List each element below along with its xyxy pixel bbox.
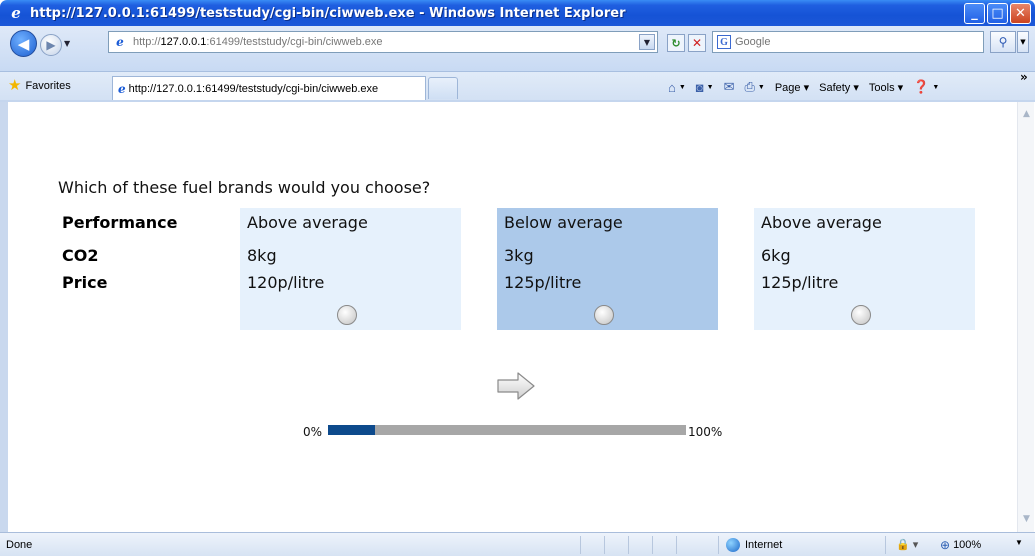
back-button[interactable]: ◀ <box>10 30 37 57</box>
choice-option-1[interactable]: Above average 8kg 120p/litre <box>240 208 461 330</box>
attribute-label-price: Price <box>62 273 108 292</box>
next-arrow-button[interactable] <box>496 371 536 401</box>
address-url[interactable]: http://127.0.0.1:61499/teststudy/cgi-bin… <box>133 36 383 48</box>
new-tab-button[interactable] <box>428 77 458 99</box>
protected-mode-icon[interactable]: 🔒 ▾ <box>896 538 918 551</box>
tab-title: http://127.0.0.1:61499/teststudy/cgi-bin… <box>128 82 379 95</box>
command-bar: ⌂ ▼ ◙ ▼ ✉ ⎙ ▼ Page ▾ Safety ▾ Tools ▾ ❓ ▼ <box>668 79 940 95</box>
favorites-button[interactable]: ★ Favorites <box>8 78 71 93</box>
maximize-button[interactable]: □ <box>987 3 1008 24</box>
progress-max-label: 100% <box>688 425 723 439</box>
close-button[interactable]: ✕ <box>1010 3 1031 24</box>
favorites-label: Favorites <box>25 79 71 92</box>
zoom-level: 100% <box>953 539 982 551</box>
progress-bar-fill <box>328 425 375 435</box>
attribute-label-co2: CO2 <box>62 246 99 265</box>
print-icon[interactable]: ⎙ <box>745 79 755 95</box>
address-toolbar: ◀ ▶ ▼ e http://127.0.0.1:61499/teststudy… <box>0 26 1035 72</box>
attribute-label-performance: Performance <box>62 213 178 232</box>
forward-button[interactable]: ▶ <box>40 34 62 56</box>
page-menu[interactable]: Page ▾ <box>775 81 809 94</box>
divider <box>604 536 605 554</box>
security-zone[interactable]: Internet <box>726 538 782 552</box>
search-input[interactable] <box>735 36 975 48</box>
compatibility-refresh-button[interactable]: ↻ <box>667 34 685 52</box>
minimize-button[interactable]: _ <box>964 3 985 24</box>
choice-option-3[interactable]: Above average 6kg 125p/litre <box>754 208 975 330</box>
vertical-scrollbar[interactable]: ▲ ▼ <box>1017 102 1034 532</box>
zoom-dropdown-icon[interactable]: ▼ <box>1015 538 1023 547</box>
divider <box>652 536 653 554</box>
divider <box>628 536 629 554</box>
option-radio[interactable] <box>594 305 614 325</box>
window-controls: _ □ ✕ <box>964 3 1031 24</box>
divider <box>580 536 581 554</box>
search-icon[interactable]: ⚲ <box>990 31 1016 53</box>
option-radio[interactable] <box>337 305 357 325</box>
frame-edge <box>0 102 8 532</box>
address-dropdown-icon[interactable]: ▼ <box>639 34 655 50</box>
page-icon: e <box>116 35 124 49</box>
option-performance: Above average <box>247 213 368 232</box>
history-dropdown-icon[interactable]: ▼ <box>64 39 70 48</box>
tools-menu[interactable]: Tools ▾ <box>869 81 903 94</box>
window-title: http://127.0.0.1:61499/teststudy/cgi-bin… <box>30 5 626 21</box>
search-field[interactable]: G <box>712 31 984 53</box>
option-price: 125p/litre <box>504 273 582 292</box>
option-radio[interactable] <box>851 305 871 325</box>
progress-min-label: 0% <box>303 425 323 439</box>
tab-current-page[interactable]: e http://127.0.0.1:61499/teststudy/cgi-b… <box>112 76 426 100</box>
home-icon[interactable]: ⌂ <box>668 80 676 95</box>
option-co2: 6kg <box>761 246 791 265</box>
option-performance: Above average <box>761 213 882 232</box>
chevron-more-icon[interactable]: » <box>1020 70 1028 84</box>
option-price: 125p/litre <box>761 273 839 292</box>
mail-icon[interactable]: ✉ <box>724 79 735 95</box>
window-title-bar: e http://127.0.0.1:61499/teststudy/cgi-b… <box>0 0 1035 26</box>
zoom-icon: ⊕ <box>940 538 951 552</box>
option-co2: 8kg <box>247 246 277 265</box>
choice-option-2[interactable]: Below average 3kg 125p/litre <box>497 208 718 330</box>
stop-button[interactable]: ✕ <box>688 34 706 52</box>
page-icon: e <box>118 81 126 96</box>
zone-label: Internet <box>745 539 783 551</box>
safety-menu[interactable]: Safety ▾ <box>819 81 859 94</box>
address-field[interactable]: e http://127.0.0.1:61499/teststudy/cgi-b… <box>108 31 658 53</box>
feeds-icon[interactable]: ◙ <box>696 80 704 95</box>
option-co2: 3kg <box>504 246 534 265</box>
ie-logo-icon: e <box>11 4 21 22</box>
search-options-dropdown-icon[interactable]: ▼ <box>1017 31 1029 53</box>
divider <box>885 536 886 554</box>
status-text: Done <box>6 539 33 551</box>
option-performance: Below average <box>504 213 623 232</box>
option-price: 120p/litre <box>247 273 325 292</box>
question-text: Which of these fuel brands would you cho… <box>58 178 431 197</box>
google-icon: G <box>717 35 731 49</box>
divider <box>718 536 719 554</box>
star-icon: ★ <box>8 77 22 94</box>
scroll-down-icon[interactable]: ▼ <box>1020 513 1033 526</box>
help-icon[interactable]: ❓ <box>913 79 929 95</box>
globe-icon <box>726 538 740 552</box>
status-bar: Done Internet 🔒 ▾ ⊕ 100% ▼ <box>0 532 1035 556</box>
divider <box>676 536 677 554</box>
progress-bar <box>328 425 686 435</box>
zoom-control[interactable]: ⊕ 100% <box>940 538 981 552</box>
scroll-up-icon[interactable]: ▲ <box>1020 108 1033 121</box>
